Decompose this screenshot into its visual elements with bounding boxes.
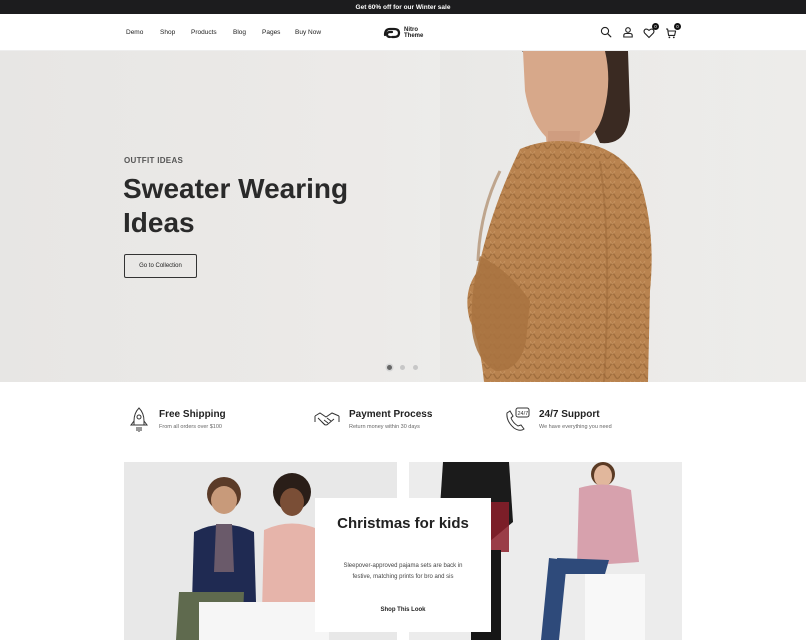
feature-title: Payment Process <box>349 409 433 420</box>
phone-24-7-icon: 24/7 <box>506 407 530 431</box>
nav-item-buy-now[interactable]: Buy Now <box>295 29 335 36</box>
nav-item-pages[interactable]: Pages <box>262 29 295 36</box>
site-header: Demo Shop Products Blog Pages Buy Now Ni… <box>0 14 806 51</box>
slider-dot-2[interactable] <box>400 365 405 370</box>
announcement-text: Get 60% off for our Winter sale <box>355 3 451 11</box>
search-icon[interactable] <box>600 26 612 38</box>
cart-button[interactable]: 0 <box>665 23 681 39</box>
promo-description: Sleepover-approved pajama sets are back … <box>343 563 463 580</box>
account-icon[interactable] <box>622 26 634 38</box>
feature-subtitle: We have everything you need <box>539 424 612 430</box>
hero-title: Sweater Wearing Ideas <box>123 173 349 238</box>
wishlist-button[interactable]: 0 <box>643 23 659 39</box>
feature-subtitle: From all orders over $100 <box>159 424 222 430</box>
feature-subtitle: Return money within 30 days <box>349 424 420 430</box>
slider-pagination <box>387 365 426 370</box>
slider-dot-3[interactable] <box>413 365 418 370</box>
feature-title: 24/7 Support <box>539 409 600 420</box>
logo-mark-icon <box>383 27 401 39</box>
nav-item-blog[interactable]: Blog <box>233 29 262 36</box>
rocket-icon <box>130 407 148 432</box>
logo-text: Nitro Theme <box>404 27 423 40</box>
feature-title: Free Shipping <box>159 409 226 420</box>
cart-count-badge: 0 <box>674 23 681 30</box>
nav-item-demo[interactable]: Demo <box>126 29 160 36</box>
wishlist-count-badge: 0 <box>652 23 659 30</box>
promo-title: Christmas for kids <box>337 515 469 532</box>
announcement-bar: Get 60% off for our Winter sale <box>0 0 806 14</box>
features-row: Free Shipping From all orders over $100 … <box>0 382 806 462</box>
nav-item-products[interactable]: Products <box>191 29 233 36</box>
svg-text:24/7: 24/7 <box>518 411 529 417</box>
logo-line-2: Theme <box>404 33 424 39</box>
slider-dot-1[interactable] <box>387 365 392 370</box>
hero-eyebrow: OUTFIT IDEAS <box>124 156 184 165</box>
hero-model-image <box>440 51 806 382</box>
handshake-icon <box>314 412 340 426</box>
promo-card: Christmas for kids Sleepover-approved pa… <box>315 498 491 632</box>
main-nav: Demo Shop Products Blog Pages Buy Now <box>126 14 335 51</box>
nav-item-shop[interactable]: Shop <box>160 29 191 36</box>
shop-this-look-link[interactable]: Shop This Look <box>315 607 491 613</box>
go-to-collection-button[interactable]: Go to Collection <box>124 254 197 278</box>
hero-banner: OUTFIT IDEAS Sweater Wearing Ideas Go to… <box>0 51 806 382</box>
site-logo[interactable]: Nitro Theme <box>383 24 423 42</box>
